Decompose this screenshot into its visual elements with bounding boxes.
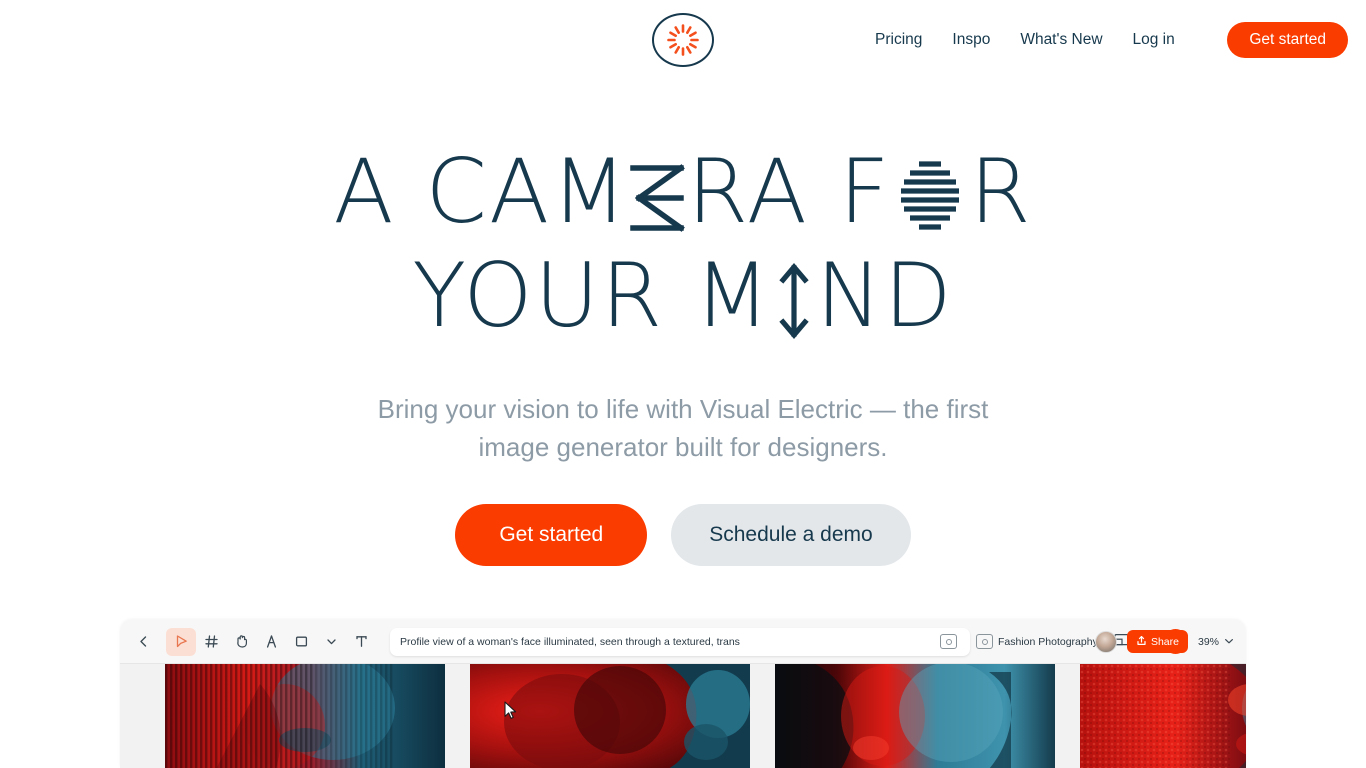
headline-line-1: A CAM RA F R — [0, 140, 1366, 244]
generated-image-3[interactable] — [775, 664, 1055, 768]
hero-section: A CAM RA F R YOUR M ND Bring your vision… — [0, 140, 1366, 566]
camera-icon[interactable] — [940, 634, 957, 649]
brand-logo[interactable] — [652, 13, 714, 67]
nav-link-inspo[interactable]: Inspo — [937, 32, 1005, 48]
headline-text-1a: A CAM — [333, 140, 630, 243]
pen-icon — [264, 634, 279, 649]
hero-cta-row: Get started Schedule a demo — [0, 504, 1366, 566]
hero-subtitle-line-2: image generator built for designers. — [478, 432, 888, 462]
hand-tool[interactable] — [226, 628, 256, 656]
back-button[interactable] — [128, 628, 158, 656]
pen-tool[interactable] — [256, 628, 286, 656]
top-navigation: Pricing Inspo What's New Log in Get star… — [0, 0, 1366, 80]
stylized-e-glyph — [629, 140, 687, 244]
app-preview-window: Profile view of a woman's face illuminat… — [120, 620, 1246, 768]
nav-get-started-button[interactable]: Get started — [1227, 22, 1348, 58]
hero-subtitle-line-1: Bring your vision to life with Visual El… — [377, 394, 989, 424]
prompt-input[interactable]: Profile view of a woman's face illuminat… — [400, 636, 935, 648]
hash-icon — [204, 634, 219, 649]
nav-link-pricing[interactable]: Pricing — [860, 32, 937, 48]
hero-schedule-demo-button[interactable]: Schedule a demo — [671, 504, 911, 566]
hand-icon — [234, 634, 249, 649]
chevron-left-icon — [137, 635, 150, 648]
hero-get-started-button[interactable]: Get started — [455, 504, 648, 566]
generated-image-gallery — [165, 664, 1246, 768]
cursor-icon — [174, 634, 189, 649]
arrow-i-glyph — [772, 244, 816, 348]
headline-text-1c: R — [969, 140, 1033, 243]
share-button-label: Share — [1150, 635, 1179, 648]
shape-tool-dropdown[interactable] — [316, 628, 346, 656]
hero-subtitle: Bring your vision to life with Visual El… — [0, 390, 1366, 466]
text-icon — [354, 634, 369, 649]
shape-tool[interactable] — [286, 628, 316, 656]
generated-image-2[interactable] — [470, 664, 750, 768]
zoom-control[interactable]: 39% — [1198, 633, 1234, 651]
landing-page: Pricing Inspo What's New Log in Get star… — [0, 0, 1366, 768]
headline-text-2b: ND — [816, 244, 954, 347]
striped-o-glyph — [891, 140, 969, 244]
sunburst-icon — [666, 23, 700, 57]
headline-line-2: YOUR M ND — [0, 244, 1366, 348]
square-icon — [294, 634, 309, 649]
text-tool[interactable] — [346, 628, 376, 656]
style-chip-icon — [976, 634, 993, 649]
chevron-down-icon — [326, 636, 337, 647]
app-canvas[interactable] — [120, 663, 1246, 768]
chevron-down-icon — [1224, 633, 1234, 651]
nav-link-whats-new[interactable]: What's New — [1005, 32, 1117, 48]
grid-tool[interactable] — [196, 628, 226, 656]
headline-text-1b: RA F — [687, 140, 892, 243]
page-title: A CAM RA F R YOUR M ND — [0, 140, 1366, 348]
avatar[interactable] — [1094, 630, 1117, 653]
headline-text-2a: YOUR M — [412, 244, 773, 347]
prompt-bar[interactable]: Profile view of a woman's face illuminat… — [390, 627, 970, 656]
share-button[interactable]: Share — [1126, 630, 1188, 653]
toolbar-right-controls: Share 39% — [1094, 620, 1234, 663]
style-chip-label[interactable]: Fashion Photography — [998, 636, 1098, 648]
nav-links: Pricing Inspo What's New Log in — [860, 0, 1190, 80]
share-upload-icon — [1136, 635, 1147, 649]
generated-image-1[interactable] — [165, 664, 445, 768]
select-tool[interactable] — [166, 627, 196, 656]
zoom-level-label: 39% — [1197, 635, 1219, 648]
nav-link-log-in[interactable]: Log in — [1118, 32, 1190, 48]
app-toolbar: Profile view of a woman's face illuminat… — [120, 620, 1246, 663]
generated-image-4[interactable] — [1080, 664, 1246, 768]
